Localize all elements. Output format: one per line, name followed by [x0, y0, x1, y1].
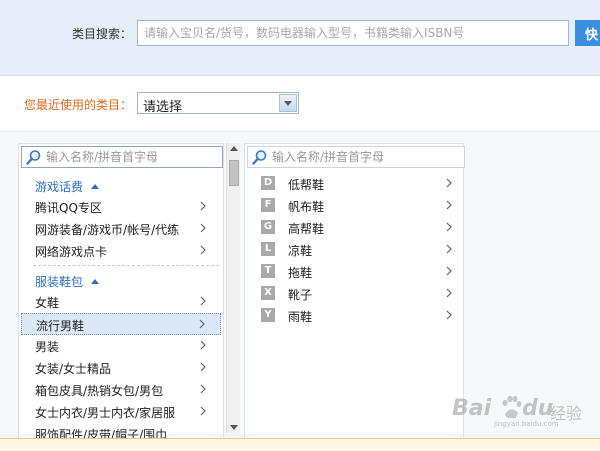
chevron-right-icon	[200, 296, 206, 306]
index-letter-badge: T	[261, 264, 275, 278]
index-letter-badge: G	[261, 220, 275, 234]
scroll-down-icon[interactable]	[230, 425, 238, 430]
category-item[interactable]: 网络游戏点卡	[21, 240, 221, 262]
category-item[interactable]: 女鞋	[21, 291, 221, 313]
magnifier-icon	[26, 150, 41, 165]
category-item-label: 女装/女士精品	[35, 362, 112, 376]
subcategory-label: 雨鞋	[288, 310, 313, 324]
subcategory-label: 高帮鞋	[288, 222, 325, 236]
category-item[interactable]: 女士内衣/男士内衣/家居服	[21, 401, 221, 423]
subcategory-item[interactable]: T 拖鞋	[261, 262, 461, 282]
chevron-right-icon	[446, 310, 452, 320]
chevron-right-icon	[446, 200, 452, 210]
chevron-right-icon	[200, 362, 206, 372]
category-panel-level1: 游戏话费 腾讯QQ专区 网游装备/游戏币/帐号/代练 网络游戏点卡 服装鞋包 女…	[18, 143, 224, 443]
subcategory-item[interactable]: D 低帮鞋	[261, 174, 461, 194]
category-item-label: 网游装备/游戏币/帐号/代练	[35, 223, 180, 237]
caret-up-icon	[91, 279, 100, 284]
category-search-input[interactable]	[137, 20, 569, 46]
chevron-right-icon	[200, 340, 206, 350]
category-item-label: 网络游戏点卡	[35, 245, 108, 259]
index-letter-badge: F	[261, 198, 275, 212]
category-search-button[interactable]: 快	[575, 20, 600, 46]
footer-notice-strip	[0, 438, 600, 451]
group-header-games[interactable]: 游戏话费	[35, 178, 100, 195]
subcategory-item[interactable]: L 凉鞋	[261, 240, 461, 260]
subcategory-label: 低帮鞋	[288, 178, 325, 192]
category-item[interactable]: 网游装备/游戏币/帐号/代练	[21, 218, 221, 240]
chevron-right-icon	[200, 245, 206, 255]
chevron-right-icon	[200, 406, 206, 416]
panel1-search-input[interactable]	[46, 149, 216, 165]
category-item-label: 女鞋	[35, 296, 60, 310]
subcategory-item[interactable]: Y 雨鞋	[261, 306, 461, 326]
magnifier-icon	[252, 150, 267, 165]
category-item-label: 流行男鞋	[36, 319, 85, 333]
recent-category-select[interactable]: 请选择	[137, 92, 299, 115]
index-letter-badge: L	[261, 242, 275, 256]
chevron-right-icon	[446, 222, 452, 232]
panel2-search-input[interactable]	[272, 149, 442, 165]
subcategory-item[interactable]: X 靴子	[261, 284, 461, 304]
chevron-right-icon	[446, 178, 452, 188]
subcategory-label: 靴子	[288, 288, 313, 302]
panel2-search-box[interactable]	[247, 146, 465, 168]
category-search-label: 类目搜索：	[72, 27, 133, 41]
baidu-jingyan-watermark: Bai du 经验 jingyan.baidu.com	[452, 392, 600, 428]
caret-up-icon	[91, 184, 100, 189]
category-item-label: 腾讯QQ专区	[35, 201, 102, 215]
index-letter-badge: Y	[261, 308, 275, 322]
chevron-right-icon	[446, 244, 452, 254]
scroll-up-icon[interactable]	[230, 146, 238, 151]
category-item[interactable]: 箱包皮具/热销女包/男包	[21, 379, 221, 401]
group-header-label: 游戏话费	[35, 180, 84, 194]
group-divider	[33, 265, 219, 266]
chevron-right-icon	[446, 266, 452, 276]
category-item-selected[interactable]: 流行男鞋	[21, 313, 221, 335]
subcategory-label: 拖鞋	[288, 266, 313, 280]
chevron-right-icon	[200, 223, 206, 233]
group-header-apparel[interactable]: 服装鞋包	[35, 273, 100, 290]
subcategory-label: 凉鞋	[288, 244, 313, 258]
group-header-label: 服装鞋包	[35, 275, 84, 289]
panel1-search-box[interactable]	[21, 146, 223, 168]
panel1-scrollbar[interactable]	[226, 143, 240, 433]
category-item[interactable]: 女装/女士精品	[21, 357, 221, 379]
chevron-right-icon	[446, 288, 452, 298]
category-item[interactable]: 男装	[21, 335, 221, 357]
category-item-label: 箱包皮具/热销女包/男包	[35, 384, 164, 398]
paw-logo-icon	[502, 395, 522, 419]
scrollbar-thumb[interactable]	[229, 160, 239, 186]
watermark-brand-left: Bai	[452, 396, 492, 421]
index-letter-badge: D	[261, 176, 275, 190]
recent-category-value: 请选择	[143, 100, 183, 115]
watermark-brand-right: du	[522, 396, 554, 421]
category-search-bar: 类目搜索： 快	[0, 0, 600, 76]
recent-category-label: 您最近使用的类目：	[24, 98, 133, 112]
category-item[interactable]: 腾讯QQ专区	[21, 196, 221, 218]
category-panel-level2: D 低帮鞋 F 帆布鞋 G 高帮鞋 L 凉鞋 T 拖鞋 X 靴子 Y 雨鞋	[244, 143, 465, 443]
chevron-down-icon[interactable]	[279, 94, 297, 112]
chevron-right-icon	[200, 201, 206, 211]
subcategory-label: 帆布鞋	[288, 200, 325, 214]
chevron-right-icon	[200, 384, 206, 394]
chevron-right-icon	[199, 319, 205, 329]
subcategory-item[interactable]: G 高帮鞋	[261, 218, 461, 238]
category-item-label: 女士内衣/男士内衣/家居服	[35, 406, 176, 420]
category-item-label: 男装	[35, 340, 60, 354]
index-letter-badge: X	[261, 286, 275, 300]
subcategory-item[interactable]: F 帆布鞋	[261, 196, 461, 216]
watermark-url: jingyan.baidu.com	[494, 420, 559, 428]
